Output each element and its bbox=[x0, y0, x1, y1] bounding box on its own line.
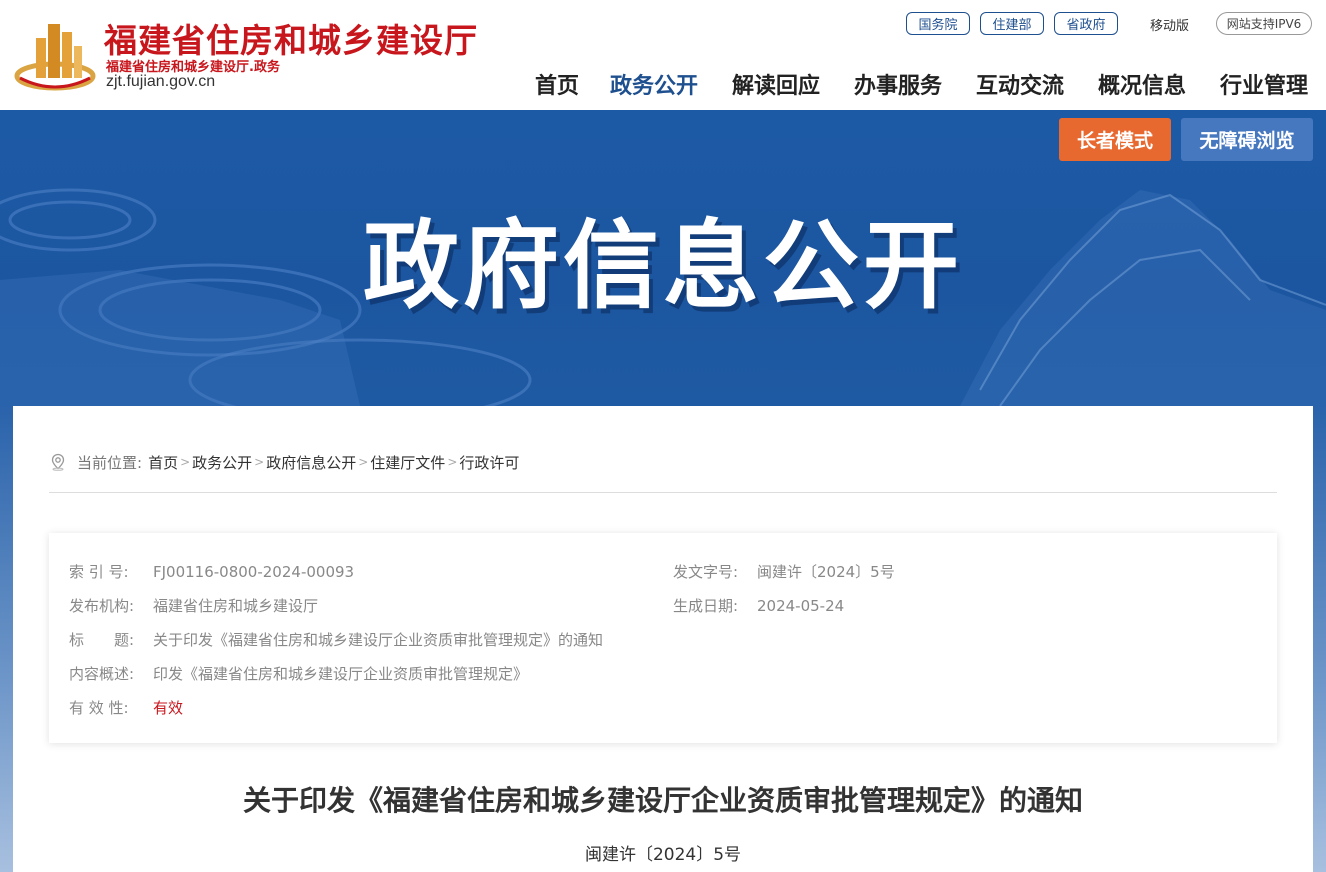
meta-value: 关于印发《福建省住房和城乡建设厅企业资质审批管理规定》的通知 bbox=[153, 631, 604, 649]
elder-mode-button[interactable]: 长者模式 bbox=[1059, 118, 1171, 161]
breadcrumb-separator: > bbox=[447, 455, 458, 469]
breadcrumb-separator: > bbox=[180, 455, 191, 469]
meta-value: 印发《福建省住房和城乡建设厅企业资质审批管理规定》 bbox=[153, 665, 529, 683]
breadcrumb-label: 当前位置: bbox=[77, 453, 143, 472]
nav-item-interpretation[interactable]: 解读回应 bbox=[732, 68, 820, 100]
meta-key: 有 效 性: bbox=[69, 699, 129, 717]
nav-item-gov-affairs[interactable]: 政务公开 bbox=[610, 68, 698, 100]
meta-value: 福建省住房和城乡建设厅 bbox=[153, 597, 319, 615]
meta-value-validity: 有效 bbox=[153, 699, 184, 717]
meta-key: 内容概述: bbox=[69, 665, 135, 683]
meta-value: 2024-05-24 bbox=[757, 597, 845, 615]
nav-item-interaction[interactable]: 互动交流 bbox=[976, 68, 1064, 100]
meta-key: 标 题: bbox=[69, 631, 135, 649]
meta-publisher: 发布机构: 福建省住房和城乡建设厅 bbox=[69, 595, 318, 616]
breadcrumb-item-gov-info[interactable]: 政府信息公开 bbox=[266, 452, 356, 473]
breadcrumb-separator: > bbox=[358, 455, 369, 469]
accessibility-button[interactable]: 无障碍浏览 bbox=[1181, 118, 1313, 161]
top-links: 国务院 住建部 省政府 移动版 网站支持IPV6 bbox=[0, 12, 1326, 36]
breadcrumb-item-admin-permit[interactable]: 行政许可 bbox=[459, 452, 519, 473]
meta-doc-no: 发文字号: 闽建许〔2024〕5号 bbox=[673, 561, 895, 582]
nav-item-home[interactable]: 首页 bbox=[535, 68, 579, 100]
meta-date: 生成日期: 2024-05-24 bbox=[673, 595, 844, 616]
meta-key: 发布机构: bbox=[69, 597, 135, 615]
banner: 政府信息公开 长者模式 无障碍浏览 bbox=[0, 110, 1326, 406]
document-number: 闽建许〔2024〕5号 bbox=[584, 845, 742, 865]
nav-item-overview[interactable]: 概况信息 bbox=[1098, 68, 1186, 100]
meta-key: 发文字号: bbox=[673, 563, 739, 581]
meta-value: 闽建许〔2024〕5号 bbox=[757, 563, 895, 581]
content-card: 当前位置: 首页 > 政务公开 > 政府信息公开 > 住建厅文件 > 行政许可 … bbox=[13, 406, 1313, 872]
main-nav: 首页 政务公开 解读回应 办事服务 互动交流 概况信息 行业管理 bbox=[0, 68, 1326, 100]
breadcrumb: 当前位置: 首页 > 政务公开 > 政府信息公开 > 住建厅文件 > 行政许可 bbox=[49, 452, 519, 472]
meta-key: 生成日期: bbox=[673, 597, 739, 615]
mobile-version-link[interactable]: 移动版 bbox=[1150, 15, 1189, 34]
meta-title: 标 题: 关于印发《福建省住房和城乡建设厅企业资质审批管理规定》的通知 bbox=[69, 629, 603, 650]
ipv6-badge: 网站支持IPV6 bbox=[1216, 12, 1312, 35]
breadcrumb-divider bbox=[49, 492, 1277, 493]
breadcrumb-separator: > bbox=[254, 455, 265, 469]
breadcrumb-item-gov-affairs[interactable]: 政务公开 bbox=[192, 452, 252, 473]
meta-key: 索 引 号: bbox=[69, 563, 129, 581]
top-link-mohurd[interactable]: 住建部 bbox=[980, 12, 1044, 35]
top-link-state-council[interactable]: 国务院 bbox=[906, 12, 970, 35]
meta-index-no: 索 引 号: FJ00116-0800-2024-00093 bbox=[69, 561, 354, 582]
document-title: 关于印发《福建省住房和城乡建设厅企业资质审批管理规定》的通知 bbox=[242, 784, 1083, 817]
breadcrumb-item-dept-docs[interactable]: 住建厅文件 bbox=[370, 452, 445, 473]
meta-value: FJ00116-0800-2024-00093 bbox=[153, 563, 355, 581]
meta-summary: 内容概述: 印发《福建省住房和城乡建设厅企业资质审批管理规定》 bbox=[69, 663, 528, 684]
breadcrumb-item-home[interactable]: 首页 bbox=[148, 452, 178, 473]
banner-title: 政府信息公开 bbox=[363, 210, 963, 322]
nav-item-services[interactable]: 办事服务 bbox=[854, 68, 942, 100]
meta-validity: 有 效 性: 有效 bbox=[69, 697, 183, 718]
site-header: 福建省住房和城乡建设厅 福建省住房和城乡建设厅.政务 zjt.fujian.go… bbox=[0, 0, 1326, 110]
top-link-provincial-gov[interactable]: 省政府 bbox=[1054, 12, 1118, 35]
location-pin-icon bbox=[51, 453, 65, 471]
nav-item-industry[interactable]: 行业管理 bbox=[1220, 68, 1308, 100]
document-metadata: 索 引 号: FJ00116-0800-2024-00093 发文字号: 闽建许〔2… bbox=[49, 533, 1277, 743]
